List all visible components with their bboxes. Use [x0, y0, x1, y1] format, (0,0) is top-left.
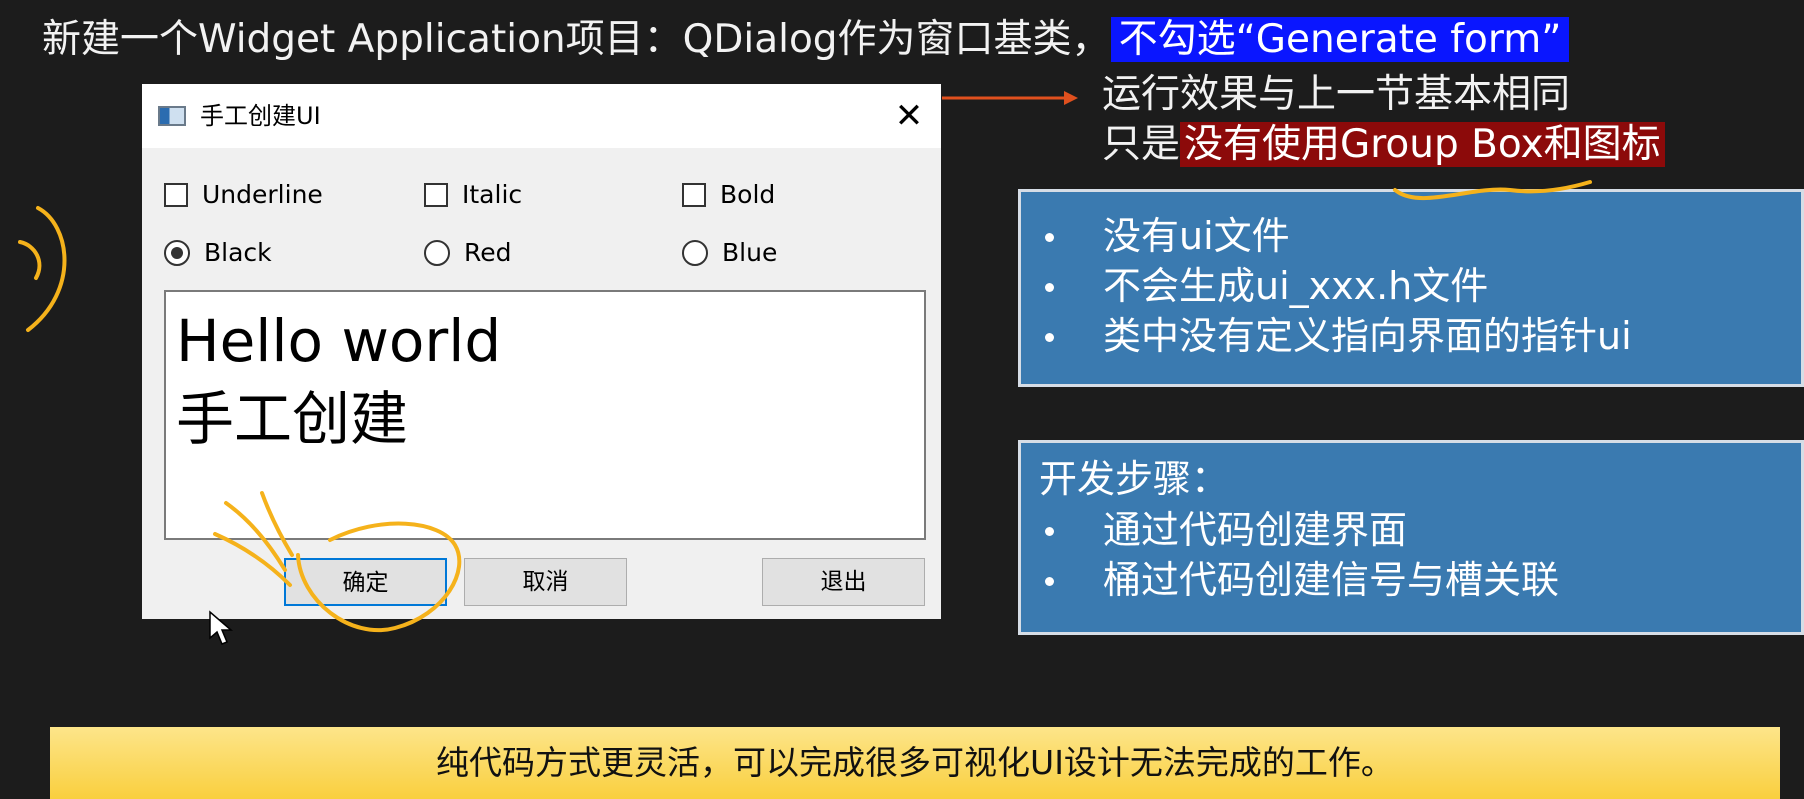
mouse-cursor-icon	[209, 610, 234, 645]
scribble-mark	[18, 206, 67, 332]
arrow-icon	[942, 91, 1078, 105]
underline-mark	[1393, 180, 1592, 200]
circle-mark	[213, 491, 462, 633]
annotation-layer	[18, 91, 1592, 645]
